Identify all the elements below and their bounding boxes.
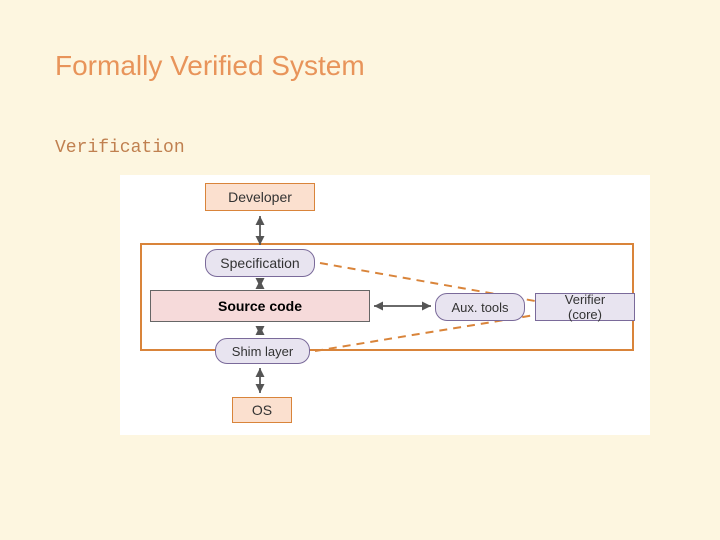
shim-layer-node: Shim layer [215, 338, 310, 364]
source-code-node: Source code [150, 290, 370, 322]
os-node: OS [232, 397, 292, 423]
developer-node: Developer [205, 183, 315, 211]
specification-node: Specification [205, 249, 315, 277]
diagram-container: Developer Specification Source code Shim… [120, 175, 650, 435]
slide-subtitle: Verification [55, 138, 185, 158]
slide-title: Formally Verified System [55, 50, 365, 82]
aux-tools-node: Aux. tools [435, 293, 525, 321]
verifier-node: Verifier (core) [535, 293, 635, 321]
